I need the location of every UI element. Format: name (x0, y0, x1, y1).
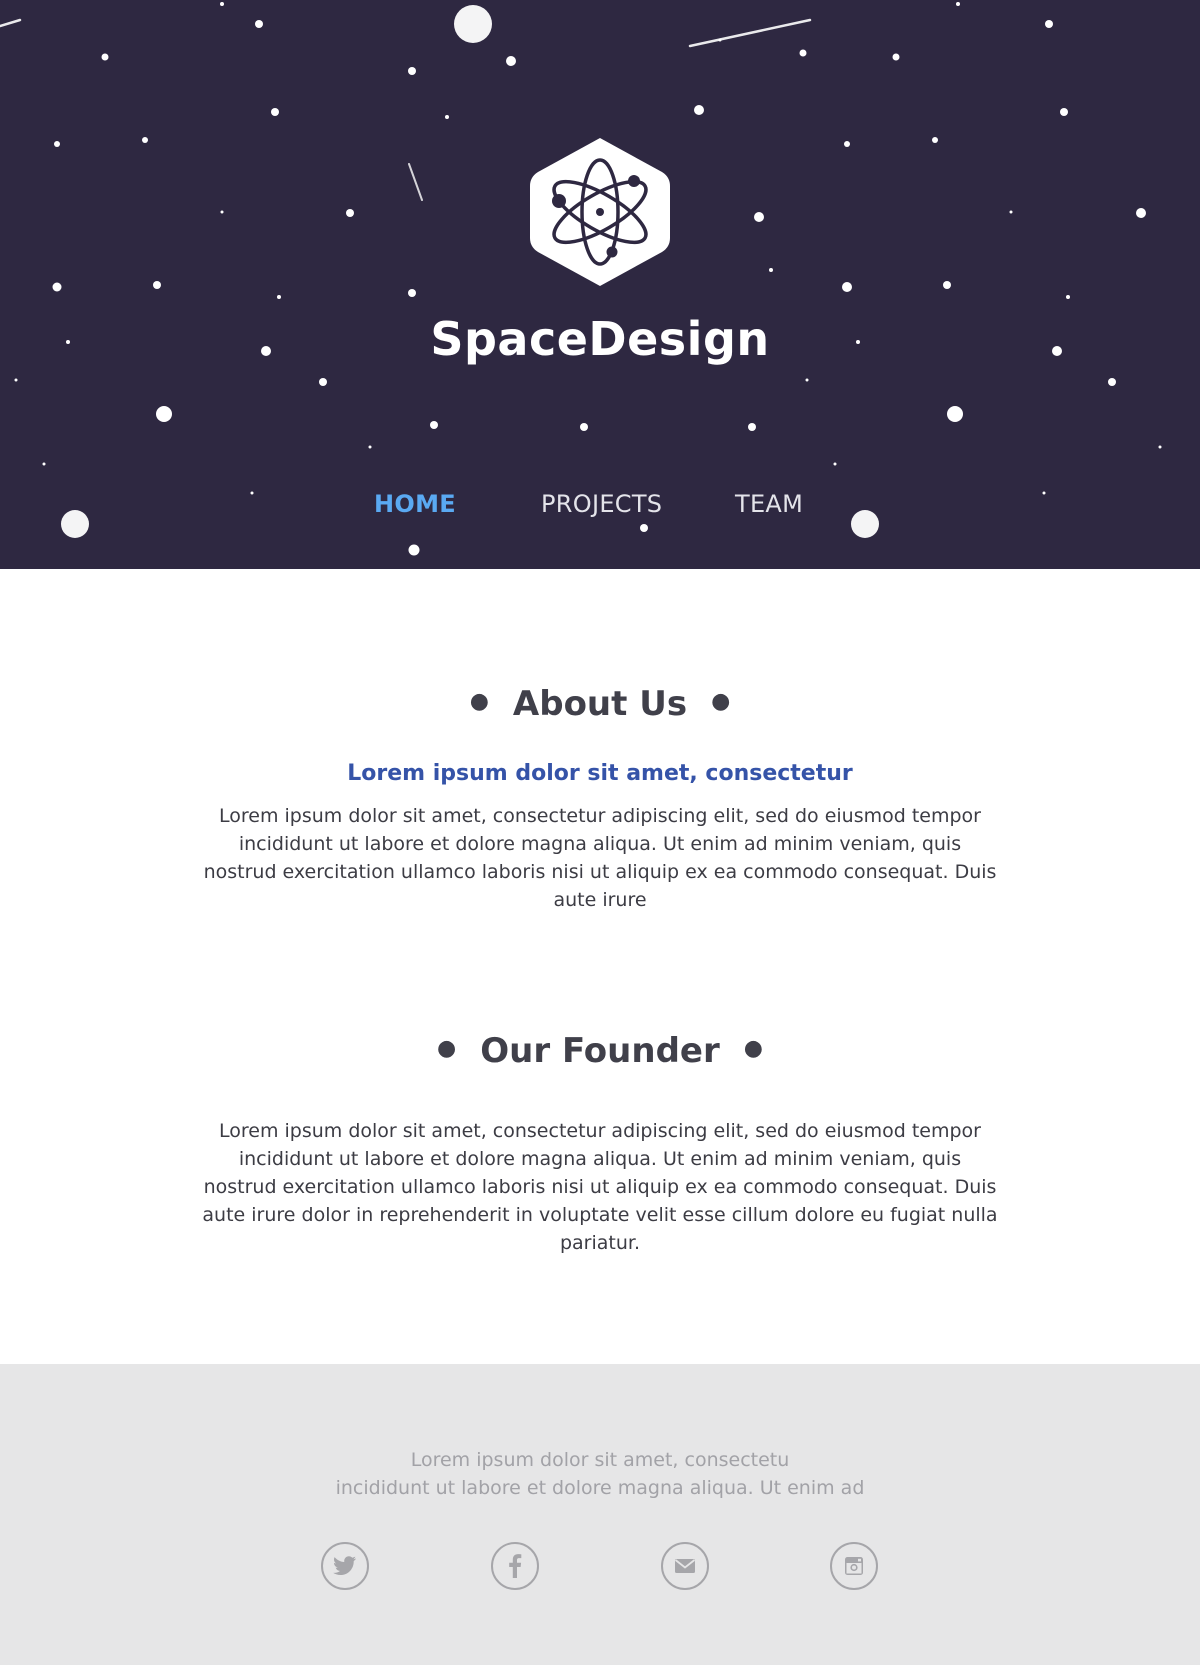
instagram-link[interactable] (830, 1542, 878, 1590)
mail-link[interactable] (661, 1542, 709, 1590)
main-nav: HOME PROJECTS TEAM (0, 490, 1200, 530)
hero-header: SpaceDesign HOME PROJECTS TEAM (0, 0, 1200, 569)
mail-icon (674, 1559, 696, 1573)
footer-text: Lorem ipsum dolor sit amet, consectetu i… (0, 1446, 1200, 1502)
bullet-icon: ● (437, 1036, 457, 1061)
facebook-link[interactable] (491, 1542, 539, 1590)
founder-text: Lorem ipsum dolor sit amet, consectetur … (202, 1120, 998, 1254)
about-heading: ● About Us ● (0, 684, 1200, 724)
atom-logo[interactable] (530, 136, 670, 288)
founder-title: Our Founder (480, 1031, 720, 1071)
footer: Lorem ipsum dolor sit amet, consectetu i… (0, 1364, 1200, 1665)
site-title: SpaceDesign (430, 312, 770, 366)
nav-projects[interactable]: PROJECTS (541, 490, 662, 518)
about-text: Lorem ipsum dolor sit amet, consectetur … (203, 805, 997, 911)
footer-line-1: Lorem ipsum dolor sit amet, consectetu (410, 1449, 790, 1471)
nav-home[interactable]: HOME (374, 490, 456, 518)
instagram-icon (845, 1557, 863, 1575)
atom-icon (530, 138, 670, 286)
twitter-link[interactable] (321, 1542, 369, 1590)
footer-line-2: incididunt ut labore et dolore magna ali… (335, 1477, 865, 1499)
bullet-icon: ● (469, 689, 489, 714)
about-title: About Us (512, 684, 688, 724)
twitter-icon (333, 1556, 356, 1575)
about-subtitle: Lorem ipsum dolor sit amet, consectetur (347, 761, 853, 786)
facebook-icon (509, 1554, 522, 1578)
founder-heading: ● Our Founder ● (0, 1031, 1200, 1071)
bullet-icon: ● (743, 1036, 763, 1061)
nav-team[interactable]: TEAM (735, 490, 803, 518)
bullet-icon: ● (711, 689, 731, 714)
